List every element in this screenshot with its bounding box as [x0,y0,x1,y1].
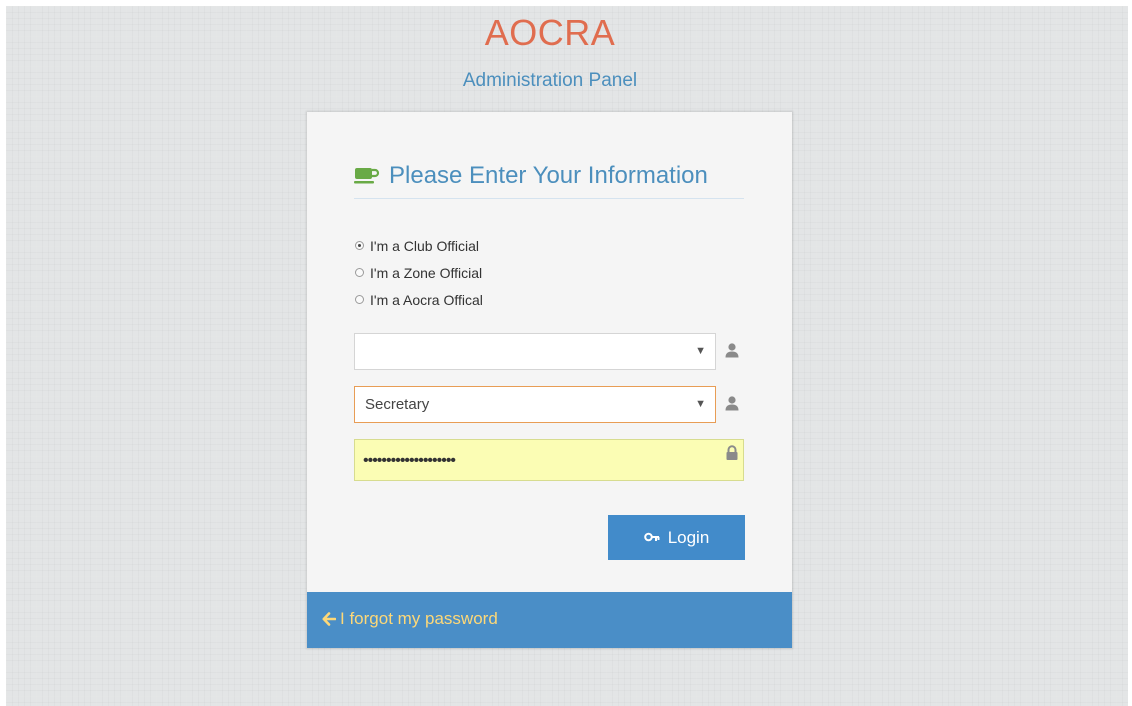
app-title: AOCRA [484,12,616,53]
login-box: Please Enter Your Information I'm a Club… [307,112,792,648]
role-select[interactable]: Secretary ▼ [354,386,716,423]
radio-button[interactable] [355,268,364,277]
key-icon [643,532,660,541]
app-subtitle: Administration Panel [462,70,638,91]
radio-aocra-official[interactable]: I'm a Aocra Offical [355,286,483,313]
forgot-password-link[interactable]: I forgot my password [322,609,498,629]
form-heading: Please Enter Your Information [389,162,708,189]
password-value: •••••••••••••••••••• [363,452,456,469]
lock-icon [726,445,738,460]
login-footer: I forgot my password [307,592,792,648]
coffee-icon [354,168,380,184]
radio-button[interactable] [355,241,364,250]
user-icon [725,343,739,358]
login-button[interactable]: Login [608,515,745,560]
forgot-password-label: I forgot my password [340,609,498,628]
role-select-value: Secretary [365,396,430,413]
chevron-down-icon[interactable]: ▼ [695,345,706,357]
chevron-down-icon[interactable]: ▼ [695,398,706,410]
club-select[interactable]: ▼ [354,333,716,370]
radio-button[interactable] [355,295,364,304]
radio-label: I'm a Club Official [370,237,480,254]
radio-label: I'm a Zone Official [370,264,483,281]
login-label: Login [667,527,710,547]
form-header: Please Enter Your Information [354,162,744,199]
password-input[interactable]: •••••••••••••••••••• [354,439,744,481]
radio-label: I'm a Aocra Offical [370,291,483,308]
arrow-left-icon [322,612,336,626]
user-icon [725,396,739,411]
radio-club-official[interactable]: I'm a Club Official [355,232,483,259]
radio-zone-official[interactable]: I'm a Zone Official [355,259,483,286]
role-radio-group: I'm a Club Official I'm a Zone Official … [355,232,483,313]
